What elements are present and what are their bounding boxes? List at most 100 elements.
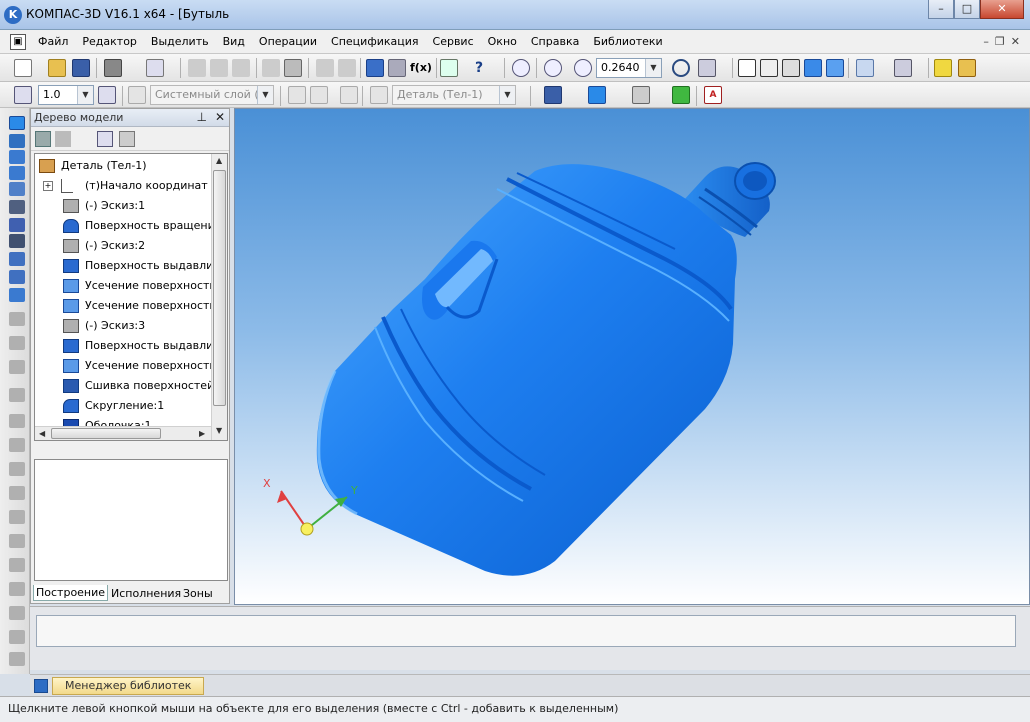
step-field[interactable]: 1.0 ▼ <box>38 85 94 105</box>
tree-item-trim-surface-3[interactable]: Усечение поверхности <box>35 356 211 376</box>
bottle-model[interactable]: X Y <box>235 109 1030 605</box>
tree-item-revolve-surface[interactable]: Поверхность вращения <box>35 216 211 236</box>
variables-icon[interactable] <box>388 59 406 77</box>
copy-icon[interactable] <box>210 59 228 77</box>
shaded-edges-icon[interactable] <box>826 59 844 77</box>
panel-close-button[interactable]: ✕ <box>215 110 225 124</box>
wireframe-icon[interactable] <box>738 59 756 77</box>
paste-icon[interactable] <box>232 59 250 77</box>
properties-icon[interactable] <box>284 59 302 77</box>
scroll-right-icon[interactable]: ▶ <box>199 429 205 438</box>
tree-item-sketch-1[interactable]: (-) Эскиз:1 <box>35 196 211 216</box>
tree-item-extrude-surface-1[interactable]: Поверхность выдавливания <box>35 256 211 276</box>
tree-item-trim-surface-1[interactable]: Усечение поверхности <box>35 276 211 296</box>
color-icon[interactable] <box>588 86 606 104</box>
zoom-in-icon[interactable] <box>574 59 592 77</box>
tree-filter-icon[interactable] <box>119 131 135 147</box>
new-document-icon[interactable] <box>14 59 32 77</box>
scroll-down-icon[interactable]: ▼ <box>216 426 222 435</box>
maximize-button[interactable]: □ <box>954 0 980 19</box>
tree-item-extrude-surface-2[interactable]: Поверхность выдавливания <box>35 336 211 356</box>
cursor-step-icon[interactable] <box>98 86 116 104</box>
object-icon[interactable] <box>934 59 952 77</box>
tree-item-stitch-surfaces[interactable]: Сшивка поверхностей <box>35 376 211 396</box>
specification-icon[interactable] <box>9 252 25 266</box>
scroll-left-icon[interactable]: ◀ <box>39 429 45 438</box>
menu-service[interactable]: Сервис <box>433 35 474 48</box>
tab-construction[interactable]: Построение <box>33 585 109 601</box>
menu-view[interactable]: Вид <box>223 35 245 48</box>
zoom-dynamic-icon[interactable] <box>544 59 562 77</box>
tree-structure-icon[interactable] <box>35 131 51 147</box>
preview-icon[interactable] <box>146 59 164 77</box>
pin-icon[interactable]: ⊥ <box>196 110 206 124</box>
grid-snap-icon[interactable] <box>14 86 32 104</box>
fx-button[interactable]: f(x) <box>410 59 432 77</box>
tree-view-icon[interactable] <box>97 131 113 147</box>
print-icon[interactable] <box>104 59 122 77</box>
open-folder-icon[interactable] <box>48 59 66 77</box>
menu-window[interactable]: Окно <box>488 35 517 48</box>
zoom-window-icon[interactable] <box>512 59 530 77</box>
relations-icon[interactable] <box>440 59 458 77</box>
scroll-thumb[interactable] <box>213 170 226 406</box>
zoom-scale-field[interactable]: 0.2640 ▼ <box>596 58 662 78</box>
settings-house-icon[interactable] <box>958 59 976 77</box>
tree-sort-icon[interactable] <box>55 131 71 147</box>
sketch-tools-icon[interactable] <box>9 134 25 148</box>
library-manager-tab[interactable]: Менеджер библиотек <box>52 677 205 695</box>
perspective-icon[interactable] <box>856 59 874 77</box>
reports-icon[interactable] <box>9 270 25 284</box>
tree-item-sketch-2[interactable]: (-) Эскиз:2 <box>35 236 211 256</box>
document-menu-icon[interactable]: ▣ <box>10 34 26 50</box>
hidden-lines-icon[interactable] <box>760 59 778 77</box>
save-icon[interactable] <box>72 59 90 77</box>
model-viewport[interactable]: X Y <box>234 108 1030 605</box>
help-question-icon[interactable]: ? <box>470 59 488 77</box>
tab-zones[interactable]: Зоны <box>181 587 215 600</box>
mcs-icon[interactable] <box>672 86 690 104</box>
tab-versions[interactable]: Исполнения <box>109 587 183 600</box>
arrays-icon[interactable] <box>9 200 25 214</box>
close-button[interactable]: ✕ <box>980 0 1024 19</box>
filter-icon[interactable] <box>632 86 650 104</box>
filter-tool-icon[interactable] <box>9 218 25 232</box>
measure-icon[interactable] <box>9 234 25 248</box>
menu-specification[interactable]: Спецификация <box>331 35 418 48</box>
format-brush-icon[interactable] <box>262 59 280 77</box>
menu-select[interactable]: Выделить <box>151 35 209 48</box>
dimensions-icon[interactable] <box>9 150 25 164</box>
scroll-up-icon[interactable]: ▲ <box>216 156 222 165</box>
tree-item-fillet[interactable]: Скругление:1 <box>35 396 211 416</box>
edit-part-icon[interactable] <box>9 116 25 130</box>
tree-item-origin[interactable]: + (т)Начало координат <box>35 176 211 196</box>
section-icon[interactable] <box>894 59 912 77</box>
mdi-minimize-button[interactable]: – <box>983 35 989 48</box>
property-input-area[interactable] <box>36 615 1016 647</box>
chevron-down-icon[interactable]: ▼ <box>645 59 661 77</box>
tree-vertical-scrollbar[interactable]: ▲ ▼ <box>211 154 227 440</box>
menu-help[interactable]: Справка <box>531 35 579 48</box>
menu-file[interactable]: Файл <box>38 35 68 48</box>
undo-icon[interactable] <box>316 59 334 77</box>
minimize-button[interactable]: – <box>928 0 954 19</box>
menu-libraries[interactable]: Библиотеки <box>593 35 662 48</box>
curves-icon[interactable] <box>9 182 25 196</box>
tree-item-sketch-3[interactable]: (-) Эскиз:3 <box>35 316 211 336</box>
tree-horizontal-scrollbar[interactable]: ◀ ▶ <box>35 426 211 440</box>
materials-icon[interactable] <box>544 86 562 104</box>
menu-operations[interactable]: Операции <box>259 35 317 48</box>
scroll-thumb[interactable] <box>51 428 161 439</box>
manager-icon[interactable] <box>366 59 384 77</box>
chevron-down-icon[interactable]: ▼ <box>77 86 93 104</box>
menu-editor[interactable]: Редактор <box>82 35 137 48</box>
points-icon[interactable] <box>9 166 25 180</box>
shaded-icon[interactable] <box>804 59 822 77</box>
tree-item-part[interactable]: Деталь (Тел-1) <box>35 156 211 176</box>
expand-icon[interactable]: + <box>43 181 53 191</box>
mdi-close-button[interactable]: ✕ <box>1011 35 1020 48</box>
tree-item-trim-surface-2[interactable]: Усечение поверхности <box>35 296 211 316</box>
hidden-lines-thin-icon[interactable] <box>782 59 800 77</box>
redo-icon[interactable] <box>338 59 356 77</box>
mdi-restore-button[interactable]: ❐ <box>995 35 1005 48</box>
